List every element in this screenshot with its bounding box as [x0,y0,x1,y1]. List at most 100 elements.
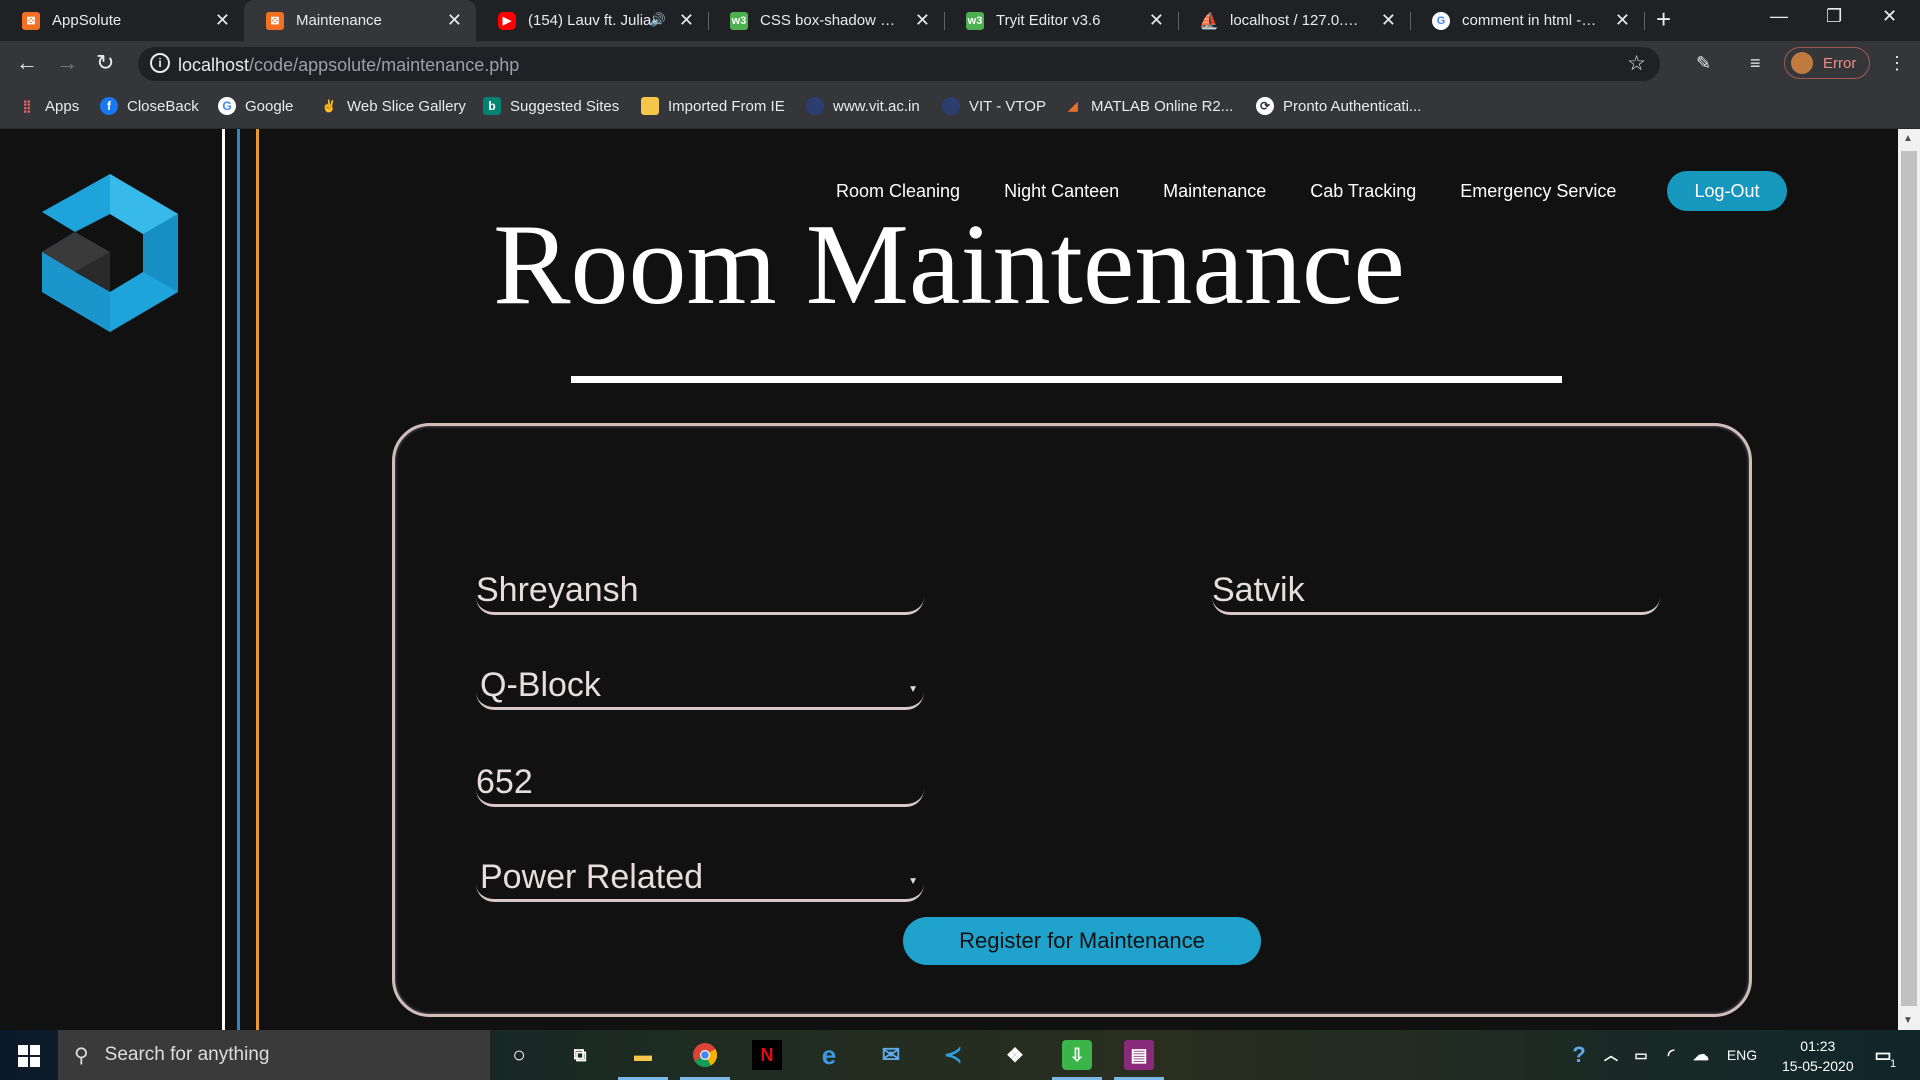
bookmark-vit-vtop[interactable]: VIT - VTOP [942,97,1046,115]
scroll-up-icon[interactable]: ▲ [1903,133,1913,144]
extension-pen-icon[interactable]: ✎ [1696,53,1711,74]
tab-youtube[interactable]: ▶ (154) Lauv ft. Julia 🔊 ✕ [476,0,708,41]
tab-separator [1644,12,1645,30]
reload-icon[interactable]: ↻ [96,50,114,76]
close-tab-icon[interactable]: ✕ [1615,10,1630,31]
apps-grid-icon: ⣿ [22,99,32,113]
close-tab-icon[interactable]: ✕ [1381,10,1396,31]
profile-button[interactable]: Error [1784,47,1870,79]
notification-count: 1 [1890,1058,1897,1070]
issue-type-select-field: Power Related ▼ [476,838,924,902]
scrollbar-thumb[interactable] [1901,151,1917,1006]
tab-tryit-editor[interactable]: w3 Tryit Editor v3.6 ✕ [944,0,1178,41]
first-name-field [476,551,924,615]
new-tab-icon[interactable]: + [1656,4,1671,35]
last-name-field [1212,551,1660,615]
bookmark-web-slice-gallery[interactable]: ✌ Web Slice Gallery [320,97,466,115]
first-name-input[interactable] [476,571,924,610]
title-underline [571,376,1562,383]
dropbox-icon[interactable]: ❖ [1000,1040,1030,1070]
help-icon[interactable]: ? [1564,1040,1594,1070]
browser-toolbar: ← → ↻ i localhost/code/appsolute/mainten… [0,41,1920,87]
address-bar[interactable]: i localhost/code/appsolute/maintenance.p… [138,47,1660,81]
file-explorer-icon[interactable]: ▬ [618,1040,668,1080]
folder-icon [641,97,659,115]
minimize-icon[interactable]: — [1770,6,1788,27]
tray-chevron-icon[interactable]: ︿ [1596,1040,1626,1070]
bookmark-star-icon[interactable]: ☆ [1627,51,1646,76]
wifi-icon[interactable]: ◜ [1656,1040,1686,1070]
site-info-icon[interactable]: i [150,53,170,73]
room-number-field [476,743,924,807]
room-number-input[interactable] [476,763,924,802]
task-view-icon[interactable]: ⧉ [565,1040,595,1070]
phpmyadmin-icon: ⛵ [1199,12,1219,30]
close-tab-icon[interactable]: ✕ [1149,10,1164,31]
close-tab-icon[interactable]: ✕ [915,10,930,31]
taskbar-search-box[interactable]: ⚲ Search for anything [58,1030,490,1080]
back-icon[interactable]: ← [16,50,38,76]
vscode-icon[interactable]: ≺ [938,1040,968,1070]
tab-css-box-shadow[interactable]: w3 CSS box-shadow prope ✕ [708,0,944,41]
issue-type-select[interactable]: Power Related [480,858,928,897]
bookmark-closeback[interactable]: f CloseBack [100,97,199,115]
bookmark-suggested-sites[interactable]: b Suggested Sites [483,97,619,115]
close-tab-icon[interactable]: ✕ [447,10,462,31]
edge-icon[interactable]: e [814,1040,844,1070]
windows-start-icon[interactable] [18,1045,40,1067]
bookmark-google[interactable]: G Google [218,97,293,115]
mail-icon[interactable]: ✉ [876,1040,906,1070]
netflix-icon[interactable]: N [752,1040,782,1070]
bookmark-matlab-online[interactable]: ◢ MATLAB Online R2... [1064,97,1233,115]
avatar [1791,52,1813,74]
block-select-field: Q-Block ▼ [476,646,924,710]
bookmark-vit-ac-in[interactable]: www.vit.ac.in [806,97,920,115]
close-tab-icon[interactable]: ✕ [679,10,694,31]
url-text[interactable]: localhost/code/appsolute/maintenance.php [178,55,519,76]
xampp-icon: ⊠ [22,11,40,30]
tab-phpmyadmin[interactable]: ⛵ localhost / 127.0.0.1 / s ✕ [1178,0,1410,41]
tab-google-search[interactable]: G comment in html - Goo ✕ [1410,0,1644,41]
winrar-icon[interactable]: ▤ [1114,1040,1164,1080]
media-queue-icon[interactable]: ≡ [1750,53,1761,74]
taskbar-clock[interactable]: 01:23 15-05-2020 [1782,1036,1854,1076]
cortana-icon[interactable]: ○ [504,1040,534,1070]
page-scrollbar[interactable]: ▲ ▼ [1898,129,1920,1030]
register-maintenance-button[interactable]: Register for Maintenance [903,917,1261,965]
scroll-down-icon[interactable]: ▼ [1903,1015,1913,1026]
language-indicator[interactable]: ENG [1724,1040,1760,1070]
web-slice-icon: ✌ [321,99,337,113]
chrome-icon[interactable] [680,1040,730,1080]
restore-icon[interactable]: ❐ [1826,6,1842,27]
search-icon: ⚲ [74,1044,89,1067]
cloud-download-icon[interactable]: ⇩ [1052,1040,1102,1080]
vit-icon [942,97,960,115]
close-window-icon[interactable]: ✕ [1882,6,1897,27]
menu-kebab-icon[interactable]: ⋮ [1888,53,1906,74]
page-title: Room Maintenance [493,201,1405,329]
youtube-icon: ▶ [498,11,516,30]
browser-tab-strip: ⊠ AppSolute ✕ ⊠ Maintenance ✕ ▶ (154) La… [0,0,1920,41]
page-viewport: Room Cleaning Night Canteen Maintenance … [0,129,1898,1030]
bookmark-imported-from-ie[interactable]: Imported From IE [641,97,785,115]
bookmark-apps[interactable]: ⣿ Apps [18,97,80,115]
google-icon: G [1432,11,1450,30]
google-icon: G [218,97,236,115]
tab-maintenance[interactable]: ⊠ Maintenance ✕ [244,0,476,41]
tab-appsolute[interactable]: ⊠ AppSolute ✕ [0,0,244,41]
bookmark-pronto[interactable]: ⟳ Pronto Authenticati... [1256,97,1421,115]
block-select[interactable]: Q-Block [480,666,928,705]
vit-icon [806,97,824,115]
bing-icon: b [483,97,501,115]
battery-icon[interactable]: ▭ [1626,1040,1656,1070]
w3schools-icon: w3 [730,11,748,30]
facebook-icon: f [100,97,118,115]
close-tab-icon[interactable]: ✕ [215,10,230,31]
dropdown-arrow-icon: ▼ [908,684,918,695]
matlab-icon: ◢ [1068,99,1078,113]
last-name-input[interactable] [1212,571,1660,610]
onedrive-icon[interactable]: ☁ [1686,1040,1716,1070]
forward-icon[interactable]: → [56,50,78,76]
w3schools-icon: w3 [966,11,984,30]
audio-playing-icon[interactable]: 🔊 [650,12,666,28]
